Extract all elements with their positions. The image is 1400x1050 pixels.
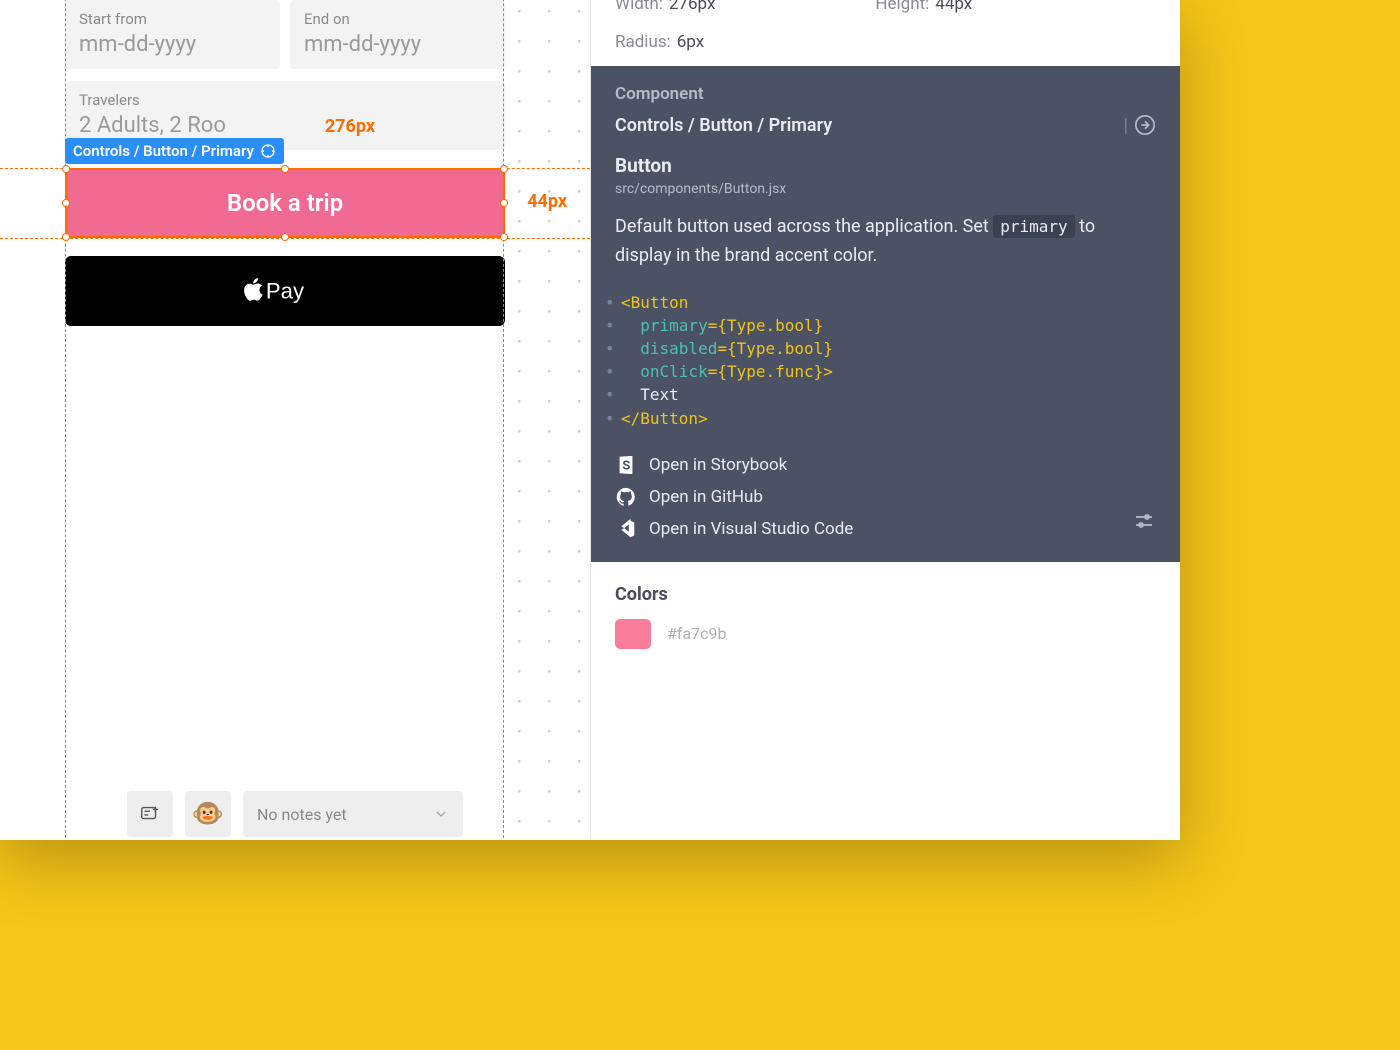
vscode-icon xyxy=(615,518,637,540)
selected-element-wrap: Controls / Button / Primary 276px 44px B… xyxy=(65,168,505,238)
svg-text:S: S xyxy=(622,458,630,473)
design-canvas[interactable]: Start from mm-dd-yyyy End on mm-dd-yyyy … xyxy=(0,0,590,840)
component-section-title: Component xyxy=(615,84,1156,104)
resize-handle[interactable] xyxy=(500,233,508,241)
travelers-label: Travelers xyxy=(79,91,491,109)
monkey-icon: 🐵 xyxy=(192,799,224,829)
end-date-value: mm-dd-yyyy xyxy=(304,32,491,57)
notes-dropdown[interactable]: No notes yet xyxy=(243,791,463,837)
color-swatch-row[interactable]: #fa7c9b xyxy=(615,619,1156,649)
booking-form: Start from mm-dd-yyyy End on mm-dd-yyyy … xyxy=(65,0,505,326)
properties-section: Width: 276px Height: 44px Radius: 6px xyxy=(591,0,1180,66)
width-label: Width: xyxy=(615,0,663,14)
book-trip-button[interactable]: Book a trip xyxy=(65,168,505,238)
dot-grid xyxy=(500,0,590,840)
radius-value: 6px xyxy=(677,32,704,52)
resize-handle[interactable] xyxy=(281,233,289,241)
start-date-field[interactable]: Start from mm-dd-yyyy xyxy=(65,0,280,69)
note-plus-icon xyxy=(139,803,161,825)
color-swatch xyxy=(615,619,651,649)
open-github-link[interactable]: Open in GitHub xyxy=(615,486,1156,508)
monkey-button[interactable]: 🐵 xyxy=(185,791,231,837)
start-date-label: Start from xyxy=(79,10,266,28)
apple-pay-button[interactable]: Pay xyxy=(65,256,505,326)
github-icon xyxy=(615,486,637,508)
travelers-value: 2 Adults, 2 Roo xyxy=(79,113,491,138)
component-path: Controls / Button / Primary xyxy=(615,115,832,136)
resize-handle[interactable] xyxy=(62,199,70,207)
sliders-icon xyxy=(1132,509,1156,533)
inspector-panel: Width: 276px Height: 44px Radius: 6px Compo… xyxy=(590,0,1180,840)
colors-title: Colors xyxy=(615,584,1156,605)
selection-width-dim: 276px xyxy=(325,116,375,137)
component-description: Default button used across the applicati… xyxy=(615,213,1156,271)
height-value: 44px xyxy=(935,0,972,14)
resize-handle[interactable] xyxy=(281,165,289,173)
resize-handle[interactable] xyxy=(62,233,70,241)
resize-handle[interactable] xyxy=(500,199,508,207)
resize-handle[interactable] xyxy=(62,165,70,173)
component-name: Button xyxy=(615,154,1156,177)
apple-pay-icon: Pay xyxy=(243,274,328,308)
component-source-path: src/components/Button.jsx xyxy=(615,181,1156,197)
component-section: Component Controls / Button / Primary | … xyxy=(591,66,1180,562)
chevron-down-icon xyxy=(433,806,449,822)
settings-button[interactable] xyxy=(1132,509,1156,538)
selection-label-text: Controls / Button / Primary xyxy=(73,142,254,160)
svg-text:Pay: Pay xyxy=(265,279,303,304)
height-label: Height: xyxy=(875,0,929,14)
storybook-icon: S xyxy=(615,454,637,476)
arrow-right-circle-icon[interactable] xyxy=(1134,114,1156,136)
app-window: Start from mm-dd-yyyy End on mm-dd-yyyy … xyxy=(0,0,1180,840)
component-links: S Open in Storybook Open in GitHub Open … xyxy=(615,454,1156,540)
notes-placeholder: No notes yet xyxy=(257,805,347,824)
selection-label[interactable]: Controls / Button / Primary xyxy=(65,138,284,164)
open-storybook-link[interactable]: S Open in Storybook xyxy=(615,454,1156,476)
open-vscode-link[interactable]: Open in Visual Studio Code xyxy=(615,518,1156,540)
end-date-field[interactable]: End on mm-dd-yyyy xyxy=(290,0,505,69)
add-note-button[interactable] xyxy=(127,791,173,837)
selection-height-dim: 44px xyxy=(527,191,567,212)
resize-handle[interactable] xyxy=(500,165,508,173)
radius-label: Radius: xyxy=(615,32,671,52)
start-date-value: mm-dd-yyyy xyxy=(79,32,266,57)
target-icon xyxy=(260,143,276,159)
end-date-label: End on xyxy=(304,10,491,28)
canvas-bottom-bar: 🐵 No notes yet xyxy=(0,788,590,840)
width-value: 276px xyxy=(669,0,716,14)
color-hex: #fa7c9b xyxy=(667,624,726,643)
component-code-block: •<Button • primary={Type.bool} • disable… xyxy=(605,291,1156,430)
book-trip-label: Book a trip xyxy=(227,189,343,217)
colors-section: Colors #fa7c9b xyxy=(591,562,1180,671)
